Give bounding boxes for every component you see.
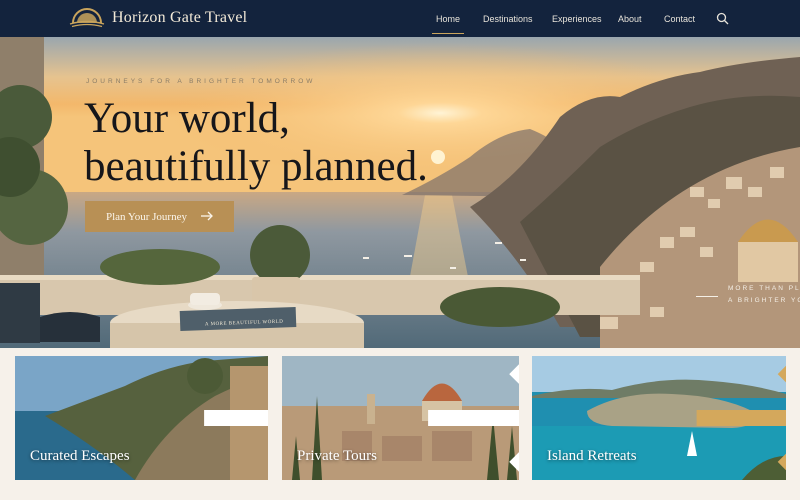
card-label: Curated Escapes: [30, 448, 130, 464]
nav-about[interactable]: About: [618, 14, 642, 24]
headline-line-1: Your world,: [84, 95, 290, 142]
card-label: Island Retreats: [547, 448, 637, 464]
card-curated-escapes[interactable]: Curated Escapes: [15, 356, 268, 480]
hero-tagline: JOURNEYS FOR A BRIGHTER TOMORROW: [86, 78, 316, 85]
plan-journey-button[interactable]: Plan Your Journey: [85, 201, 234, 232]
brand-logo[interactable]: Horizon Gate Travel: [68, 7, 247, 29]
card-island-retreats[interactable]: Island Retreats: [532, 356, 786, 480]
arrow-right-icon: [201, 211, 213, 221]
arrow-right-icon: [696, 365, 786, 471]
top-navigation-bar: Horizon Gate Travel Home Destinations Ex…: [0, 0, 800, 37]
search-icon[interactable]: [716, 12, 729, 25]
nav-experiences[interactable]: Experiences: [552, 14, 602, 24]
hero-section: JOURNEYS FOR A BRIGHTER TOMORROW Your wo…: [0, 37, 800, 348]
nav-contact[interactable]: Contact: [664, 14, 695, 24]
arrow-right-icon: [204, 409, 268, 427]
sun-horizon-logo-icon: [69, 8, 105, 28]
hero-headline: Your world, beautifully planned.: [84, 95, 464, 191]
card-label: Private Tours: [297, 448, 377, 464]
side-note-line-1: MORE THAN PLA: [728, 285, 800, 292]
card-private-tours[interactable]: Private Tours: [282, 356, 519, 480]
arrow-right-icon: [428, 364, 519, 472]
side-note-divider: [696, 296, 718, 297]
cta-label: Plan Your Journey: [106, 210, 187, 223]
hero-side-note: MORE THAN PLA A BRIGHTER YO: [696, 283, 800, 307]
nav-home[interactable]: Home: [431, 14, 465, 34]
headline-line-2: beautifully planned.: [84, 143, 428, 190]
brand-name: Horizon Gate Travel: [112, 9, 248, 26]
feature-cards: Curated Escapes Private Tours Island Ret…: [0, 348, 800, 500]
nav-destinations[interactable]: Destinations: [483, 14, 533, 24]
